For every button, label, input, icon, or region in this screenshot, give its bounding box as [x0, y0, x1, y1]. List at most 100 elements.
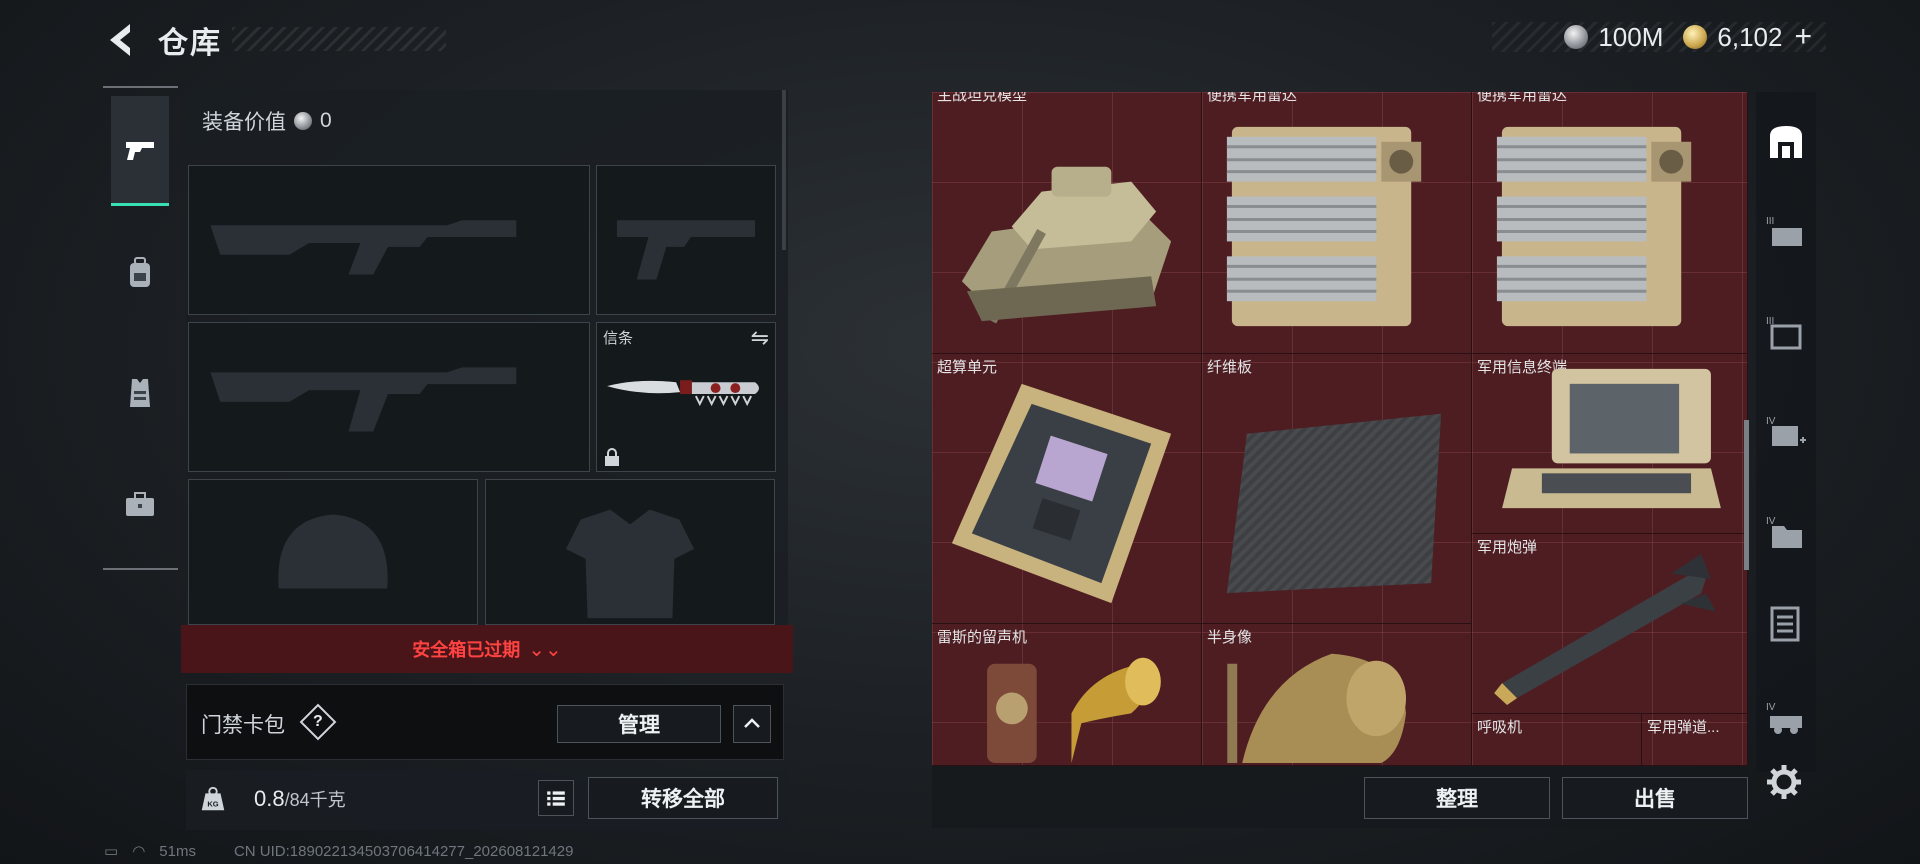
tier-4-vehicle-icon: IV [1766, 702, 1802, 734]
back-button[interactable] [100, 18, 144, 62]
top-bar: 仓库 100M 6,102 + [0, 0, 1920, 80]
stash-item-ventilator[interactable]: 呼吸机 [1472, 714, 1642, 766]
tab-weapons[interactable] [111, 96, 169, 206]
ping-text: 51ms [159, 842, 196, 860]
pistol-slot[interactable] [596, 165, 776, 315]
filter-tier-3-container[interactable]: III [1764, 310, 1808, 354]
stash-item-tank-model[interactable]: 主战坦克模型 [932, 92, 1202, 354]
status-line: ▭ ◠ 51ms CN UID:1890221345037064142​77_2… [104, 842, 574, 861]
battery-icon: ▭ [104, 843, 119, 860]
stash-item-phonograph[interactable]: 雷斯的留声机 [932, 624, 1202, 766]
stash-item-portable-radar-1[interactable]: 便携军用雷达 [1202, 92, 1472, 354]
manage-button[interactable]: 管理 [557, 705, 721, 743]
knife-icon [607, 380, 760, 407]
tier-3-container-icon: III [1766, 316, 1802, 350]
equipment-value-amount: 0 [320, 109, 332, 132]
pistol-icon [126, 141, 154, 160]
weight-current: 0.8 [254, 786, 285, 811]
secondary-weapon-slot[interactable] [188, 322, 590, 472]
sort-button[interactable]: 整理 [1364, 777, 1550, 819]
backpack-icon [130, 257, 150, 287]
stash-item-military-terminal[interactable]: 军用信息终端 [1472, 354, 1748, 534]
filter-tier-3-item[interactable]: III [1764, 210, 1808, 254]
armor-slot[interactable] [485, 479, 775, 625]
chevron-up-icon [744, 718, 760, 728]
loadout-tabs [103, 86, 178, 570]
armor-silhouette-icon [565, 509, 695, 619]
stash-scrollbar[interactable] [1744, 420, 1749, 570]
svg-text:KG: KG [207, 800, 218, 809]
svg-text:III: III [1766, 216, 1774, 227]
radar-crate-icon [1496, 126, 1692, 327]
filter-tier-4-medical[interactable]: IV [1764, 410, 1808, 454]
wifi-icon: ◠ [132, 843, 146, 860]
tab-vest[interactable] [111, 338, 169, 448]
silver-coin-icon [1564, 25, 1589, 49]
tab-briefcase[interactable] [111, 450, 169, 560]
stash-filter-bar: III III IV IV IV [1756, 92, 1816, 772]
bust-statue-icon [1227, 653, 1407, 764]
silver-coin-icon [294, 112, 312, 130]
help-icon[interactable]: ? [299, 703, 337, 741]
settings-button[interactable] [1764, 762, 1804, 802]
fiberboard-icon [1226, 413, 1442, 594]
all-items-icon [1770, 126, 1802, 158]
svg-text:IV: IV [1766, 516, 1776, 527]
primary-weapon-slot[interactable] [188, 165, 590, 315]
pistol-silhouette-icon [616, 220, 756, 280]
stash-grid: 主战坦克模型 便携军用雷达 便携军用雷达 超算单元 纤维板 军用信息终端 军用炮… [932, 92, 1748, 766]
sell-button[interactable]: 出售 [1562, 777, 1748, 819]
stash-item-military-shell[interactable]: 军用炮弹 [1472, 534, 1748, 714]
loadout-scrollbar[interactable] [782, 90, 786, 250]
safebox-expired-bar[interactable]: 安全箱已过期 ⌄⌄ [181, 625, 793, 673]
tank-model-icon [961, 166, 1172, 324]
list-view-button[interactable] [538, 780, 574, 816]
tab-backpack[interactable] [111, 218, 169, 328]
stash-item-supercomputer-unit[interactable]: 超算单元 [932, 354, 1202, 624]
equipment-value: 装备价值 0 [202, 106, 332, 136]
gold-amount: 6,102 [1717, 21, 1783, 52]
tier-4-medical-icon: IV [1766, 416, 1806, 446]
stash-item-military-ballistic[interactable]: 军用弹道... [1642, 714, 1748, 766]
silver-amount: 100M [1598, 21, 1664, 52]
transfer-all-button[interactable]: 转移全部 [588, 777, 778, 819]
keycard-wallet-panel: 门禁卡包 ? 管理 [186, 684, 784, 760]
stash-actions: 整理 出售 [932, 766, 1748, 828]
helmet-silhouette-icon [278, 514, 388, 589]
vest-icon [130, 379, 150, 407]
svg-text:IV: IV [1766, 416, 1776, 427]
gold-coin-icon [1683, 25, 1708, 49]
stash-item-fiberboard[interactable]: 纤维板 [1202, 354, 1472, 624]
tier-3-item-icon: III [1766, 216, 1802, 246]
uid-text: CN UID:1890221345037064142​77_2026081214… [233, 842, 574, 860]
missile-icon [1494, 553, 1716, 706]
loadout-panel: 装备价值 0 信条 ⇋ [186, 90, 788, 625]
page-title: 仓库 [158, 27, 222, 60]
chevron-down-icon: ⌄⌄ [528, 638, 562, 661]
weight-readout: 0.8/84千克 [254, 786, 346, 812]
back-arrow-icon [110, 24, 130, 56]
rifle-silhouette-icon [210, 367, 517, 432]
title-decoration [232, 27, 446, 51]
currency-bar: 100M 6,102 + [1492, 20, 1826, 54]
collapse-button[interactable] [733, 705, 771, 743]
safebox-expired-text: 安全箱已过期 [412, 640, 521, 660]
filter-document[interactable] [1764, 602, 1808, 646]
equipment-value-label: 装备价值 [202, 111, 286, 134]
helmet-slot[interactable] [188, 479, 478, 625]
briefcase-icon [126, 492, 154, 516]
filter-tier-4-vehicle[interactable]: IV [1764, 696, 1808, 740]
filter-all[interactable] [1764, 120, 1808, 164]
add-currency-button[interactable]: + [1794, 20, 1812, 54]
terminal-case-icon [1502, 368, 1721, 509]
stash-item-bust[interactable]: 半身像 [1202, 624, 1472, 766]
circuit-board-icon [951, 383, 1172, 604]
lock-icon [605, 448, 619, 466]
gear-icon [1767, 765, 1801, 799]
stash-item-portable-radar-2[interactable]: 便携军用雷达 [1472, 92, 1748, 354]
filter-tier-4-folder[interactable]: IV [1764, 510, 1808, 554]
melee-slot[interactable]: 信条 ⇋ [596, 322, 776, 472]
tier-4-folder-icon: IV [1766, 516, 1802, 548]
document-icon [1770, 606, 1800, 642]
item-label: 军用弹道... [1647, 719, 1720, 736]
